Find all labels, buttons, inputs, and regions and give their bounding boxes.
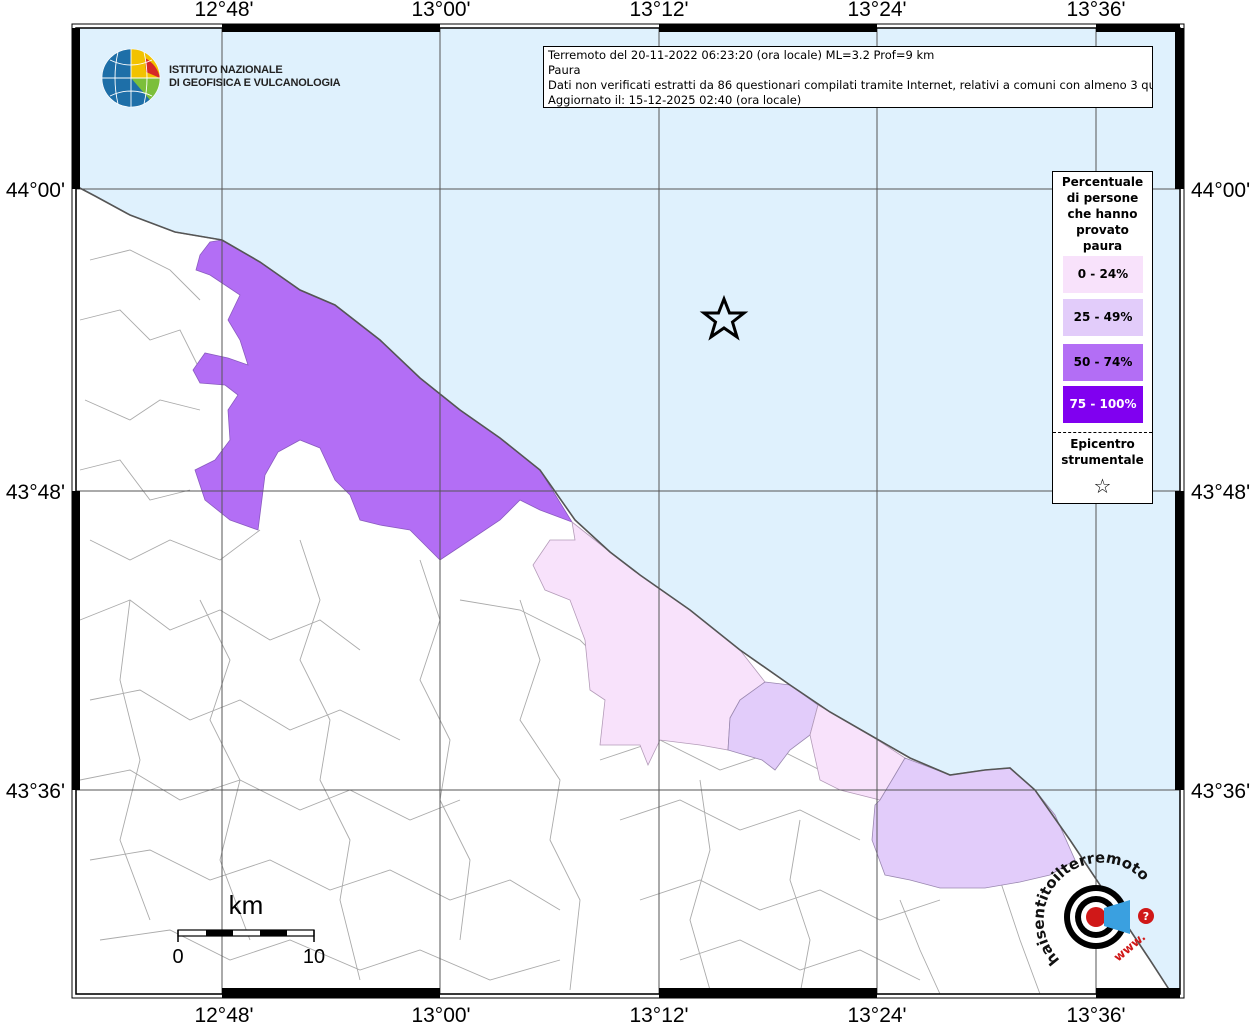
ingv-logo-text: ISTITUTO NAZIONALE DI GEOFISICA E VULCAN…	[169, 64, 341, 90]
legend-item-75-100: 75 - 100%	[1063, 386, 1143, 423]
lon-tick-label: 13°12'	[629, 1004, 688, 1024]
tick-labels-left: 44°00' 43°48' 43°36'	[6, 179, 65, 803]
scale-min: 0	[172, 946, 183, 968]
legend-epicenter-line: strumentale	[1061, 453, 1144, 467]
lon-tick-label: 12°48'	[194, 1004, 253, 1024]
legend-title: Percentuale di persone che hanno provato…	[1053, 172, 1152, 254]
data-note: Dati non verificati estratti da 86 quest…	[548, 78, 1153, 92]
lon-tick-label: 13°24'	[847, 0, 906, 21]
legend-title-line: provato	[1076, 223, 1129, 237]
legend-title-line: che hanno	[1067, 207, 1138, 221]
legend-item-0-24: 0 - 24%	[1063, 256, 1143, 293]
legend-star-icon: ☆	[1093, 474, 1112, 498]
event-title: Terremoto del 20-11-2022 06:23:20 (ora l…	[548, 48, 935, 62]
lon-tick-label: 12°48'	[194, 0, 253, 21]
tick-labels-right: 44°00' 43°48' 43°36'	[1191, 179, 1250, 803]
lon-tick-label: 13°00'	[411, 0, 470, 21]
update-time: Aggiornato il: 15-12-2025 02:40 (ora loc…	[548, 93, 802, 107]
tick-labels-top: 12°48' 13°00' 13°12' 13°24' 13°36'	[194, 0, 1125, 21]
lon-tick-label: 13°12'	[629, 0, 688, 21]
lat-tick-label: 43°48'	[1191, 481, 1250, 504]
lat-tick-label: 44°00'	[1191, 179, 1250, 202]
logo-line-1: ISTITUTO NAZIONALE	[169, 64, 283, 76]
legend-epicenter-label: Epicentro strumentale	[1053, 436, 1152, 468]
legend-item-25-49: 25 - 49%	[1063, 299, 1143, 336]
logo-line-2: DI GEOFISICA E VULCANOLOGIA	[169, 77, 341, 89]
legend-epicenter-line: Epicentro	[1070, 437, 1135, 451]
lat-tick-label: 43°36'	[6, 780, 65, 803]
lon-tick-label: 13°36'	[1066, 0, 1125, 21]
lon-tick-label: 13°36'	[1066, 1004, 1125, 1024]
intensity-map: 12°48' 13°00' 13°12' 13°24' 13°36' 12°48…	[0, 0, 1250, 1024]
lon-tick-label: 13°24'	[847, 1004, 906, 1024]
scale-unit: km	[229, 890, 264, 920]
scale-max: 10	[303, 946, 325, 968]
map-type: Paura	[548, 63, 581, 77]
legend-separator	[1053, 432, 1152, 433]
svg-text:?: ?	[1143, 910, 1149, 923]
legend-title-line: Percentuale	[1061, 175, 1144, 189]
ingv-logo-icon	[101, 48, 161, 108]
lon-tick-label: 13°00'	[411, 1004, 470, 1024]
lat-tick-label: 43°48'	[6, 481, 65, 504]
legend-title-line: paura	[1082, 239, 1123, 253]
legend-item-50-74: 50 - 74%	[1063, 344, 1143, 381]
event-info-box: Terremoto del 20-11-2022 06:23:20 (ora l…	[543, 46, 1153, 108]
lat-tick-label: 44°00'	[6, 179, 65, 202]
tick-labels-bottom: 12°48' 13°00' 13°12' 13°24' 13°36'	[194, 1004, 1125, 1024]
legend: Percentuale di persone che hanno provato…	[1052, 171, 1153, 504]
lat-tick-label: 43°36'	[1191, 780, 1250, 803]
legend-title-line: di persone	[1066, 191, 1139, 205]
